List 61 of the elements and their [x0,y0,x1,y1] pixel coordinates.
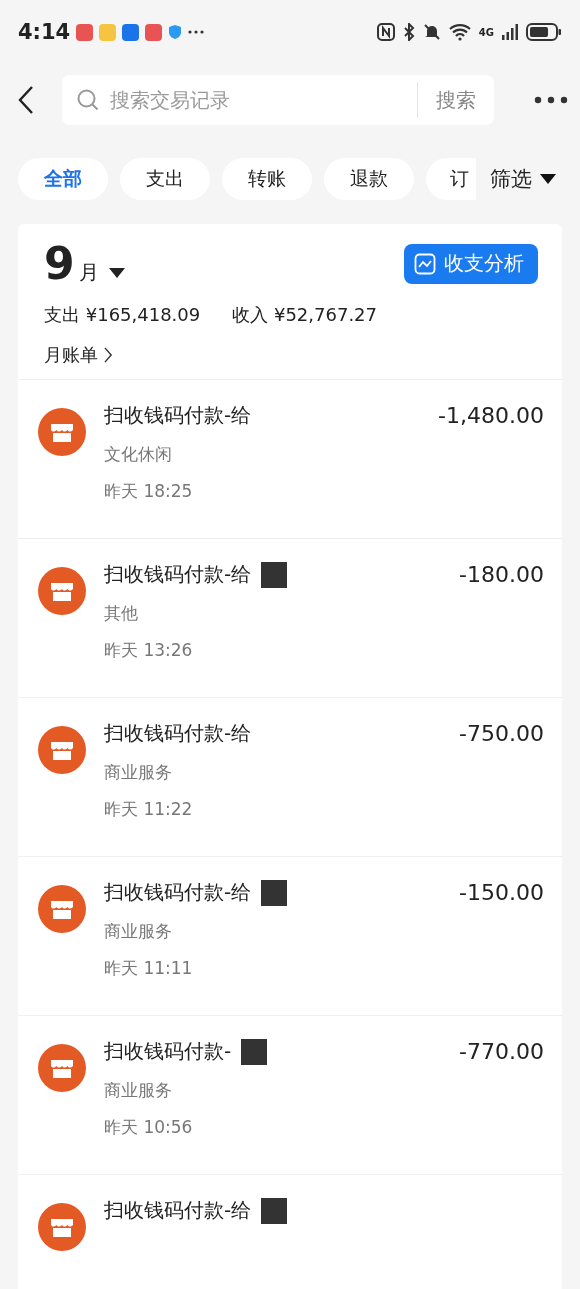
analysis-button[interactable]: 收支分析 [404,243,538,284]
app-notification-icon [99,23,117,41]
app-notification-icon [122,23,140,41]
transaction-amount: -750.00 [459,721,544,746]
transaction-category: 其他 [104,602,139,625]
shop-icon [38,408,86,456]
transaction-title: 扫收钱码付款-给 [104,1197,252,1224]
shop-icon [38,726,86,774]
transaction-time: 昨天 11:22 [104,798,194,821]
transaction-title: 扫收钱码付款-给 [104,720,252,747]
chevron-right-icon [104,347,113,363]
transaction-title: 扫收钱码付款- [104,1038,232,1065]
month-number: 9 [44,238,75,289]
transaction-title: 扫收钱码付款-给 [104,561,252,588]
shield-icon [168,24,183,40]
more-button[interactable] [534,96,568,104]
shop-icon [38,567,86,615]
transaction-title: 扫收钱码付款-给 [104,402,252,429]
filter-tab[interactable]: 订 [426,158,476,200]
transaction-title: 扫收钱码付款-给 [104,879,252,906]
transaction-category: 商业服务 [104,761,173,784]
income-total: 收入 ¥52,767.27 [232,303,378,327]
transaction-time: 昨天 18:25 [104,480,194,503]
shop-icon [38,885,86,933]
shop-icon [38,1203,86,1251]
transaction-category: 商业服务 [104,920,173,943]
transaction-amount: -1,480.00 [438,403,544,428]
search-button[interactable]: 搜索 [418,86,494,114]
transaction-time: 昨天 11:11 [104,957,194,980]
search-icon [76,88,100,112]
filter-tab[interactable]: 全部 [18,158,108,200]
transaction-amount: -180.00 [459,562,544,587]
muted-bell-icon [422,23,441,41]
status-time: 4:14 [18,20,71,44]
transaction-amount: -150.00 [459,880,544,905]
dropdown-caret-icon[interactable] [108,268,125,279]
caret-icon [540,173,556,185]
bluetooth-icon [402,23,415,41]
filter-tab[interactable]: 转账 [222,158,312,200]
nfc-icon [376,23,395,41]
transaction-category: 商业服务 [104,1079,173,1102]
transaction-time: 昨天 10:56 [104,1116,194,1139]
app-notification-icon [76,23,94,41]
filter-tab[interactable]: 支出 [120,158,210,200]
network-type: 4G [478,26,494,38]
app-notification-icon [145,23,163,41]
expense-total: 支出 ¥165,418.09 [44,303,201,327]
battery-icon [526,22,562,42]
filter-button[interactable]: 筛选 [490,165,556,193]
transaction-time: 昨天 13:26 [104,639,194,662]
wifi-icon [448,23,471,41]
search-field[interactable]: 搜索交易记录 搜索 [62,75,494,125]
month-unit: 月 [78,259,99,286]
shop-icon [38,1044,86,1092]
filter-tab[interactable]: 退款 [324,158,414,200]
more-notifications-icon [188,30,205,34]
chart-icon [414,252,436,275]
signal-icon [502,24,518,40]
transaction-category: 文化休闲 [104,443,173,466]
monthly-bill-link[interactable]: 月账单 [44,343,538,367]
transaction-amount: -770.00 [459,1039,544,1064]
